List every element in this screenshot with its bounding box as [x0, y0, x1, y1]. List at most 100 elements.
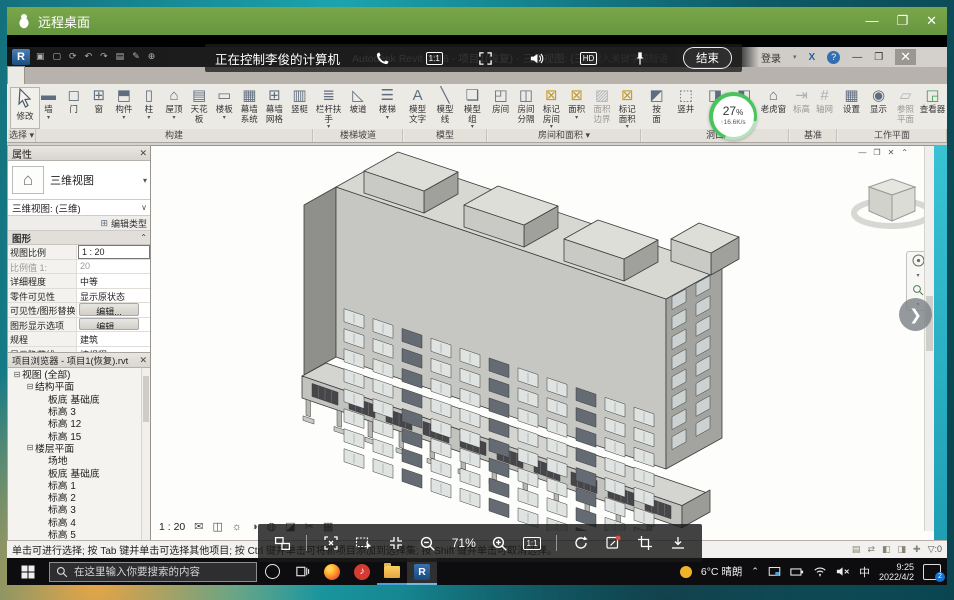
tree-item[interactable]: 标高 2 — [8, 491, 151, 503]
panel-model-label[interactable]: 模型 — [404, 129, 487, 142]
ribbon-tab[interactable] — [7, 66, 25, 84]
ribbon-tool[interactable]: ▦ 幕墙系统 — [237, 86, 262, 130]
speaker-icon[interactable] — [528, 50, 545, 67]
select-panel-label[interactable]: 选择 ▾ — [8, 129, 36, 142]
property-row[interactable]: 规程 建筑 — [8, 332, 151, 347]
view-close-icon[interactable]: ✕ — [888, 148, 895, 157]
firefox-button[interactable] — [317, 558, 347, 585]
ribbon-tab[interactable] — [153, 67, 169, 84]
filter-icon[interactable]: ▽:0 — [928, 544, 942, 555]
ribbon-tool[interactable]: ◩ 按面 — [642, 86, 671, 130]
ime-indicator[interactable]: 中 — [859, 564, 870, 580]
side-panel-toggle[interactable]: ❯ — [899, 298, 932, 331]
ribbon-tool[interactable]: ⊞ 幕墙网格 — [262, 86, 287, 130]
taskbar-clock[interactable]: 9:25 2022/4/2 — [879, 562, 914, 582]
remote-tray-icon[interactable] — [768, 566, 781, 578]
sync-icon[interactable]: ⟳ — [69, 51, 77, 62]
ribbon-tool[interactable]: ⊞ 窗 — [86, 86, 111, 121]
property-row[interactable]: 比例值 1: 20 — [8, 260, 151, 275]
panel-datum-label[interactable]: 基准 — [790, 129, 837, 142]
view-scale[interactable]: 1 : 20 — [159, 521, 185, 533]
refresh-icon[interactable] — [572, 535, 589, 552]
close-icon[interactable]: ✕ — [139, 355, 147, 366]
browser-scrollbar[interactable] — [141, 368, 150, 540]
ribbon-tab[interactable] — [137, 67, 153, 84]
ribbon-tool[interactable]: ▭ 楼板 ▾ — [212, 86, 237, 121]
minimize-icon[interactable]: — — [865, 13, 878, 29]
redo-icon[interactable]: ↷ — [100, 51, 108, 62]
weather-text[interactable]: 6°C 晴朗 — [701, 564, 743, 579]
zoom-tool-icon[interactable] — [912, 284, 924, 296]
tree-item[interactable]: ⊟ 楼层平面 — [8, 442, 151, 454]
tree-item[interactable]: 场地 — [8, 454, 151, 466]
property-row[interactable]: 详细程度 中等 — [8, 274, 151, 289]
chevron-up-icon[interactable]: ⌃ — [901, 148, 908, 157]
expand-icon[interactable]: ⊟ — [12, 370, 22, 379]
design-options-icon[interactable]: ⇄ — [867, 544, 875, 555]
close-icon[interactable]: ✕ — [926, 13, 937, 29]
edit-type-button[interactable]: 编辑类型 — [111, 217, 147, 230]
close-icon[interactable]: ✕ — [139, 148, 147, 159]
ribbon-tool[interactable]: ◰ 房间 — [488, 86, 513, 121]
taskbar-search[interactable]: 在这里输入你要搜索的内容 — [49, 562, 257, 582]
ribbon-tool[interactable]: ⇥ 标高 — [790, 86, 813, 121]
ribbon-tab[interactable] — [169, 67, 185, 84]
editable-only-icon[interactable]: ✚ — [913, 544, 921, 555]
fullscreen-icon[interactable] — [477, 50, 494, 67]
property-row[interactable]: 视图比例 1 : 20 — [8, 245, 151, 260]
quick-access-toolbar[interactable]: ▣ ▢ ⟳ ↶ ↷ ▤ ✎ ⊕ — [36, 51, 155, 62]
panel-workplane-label[interactable]: 工作平面 — [838, 129, 947, 142]
chevron-down-icon[interactable]: ▾ — [793, 53, 797, 61]
ribbon-tool[interactable]: ▦ 设置 — [838, 86, 865, 121]
ribbon-tool[interactable]: ▱ 参照平面 — [892, 86, 919, 130]
ribbon-tool[interactable]: ╲ 模型线 — [431, 86, 458, 130]
fullscreen-exit-icon[interactable] — [322, 535, 339, 552]
ribbon-tool[interactable]: ▥ 竖梃 — [287, 86, 312, 121]
chevron-down-icon[interactable]: ∨ — [141, 203, 147, 212]
expand-icon[interactable]: ⊟ — [25, 382, 35, 391]
open-icon[interactable]: ▢ — [53, 51, 62, 62]
tree-item[interactable]: ⊟ 结构平面 — [8, 380, 151, 392]
netease-music-button[interactable]: ♪ — [347, 558, 377, 585]
ribbon-tool[interactable]: ◺ 坡道 — [343, 86, 372, 121]
ribbon-tab[interactable] — [57, 67, 73, 84]
visual-style-icon[interactable]: ◫ — [213, 520, 223, 533]
revit-close-icon[interactable]: ✕ — [895, 49, 916, 65]
tree-item[interactable]: 标高 12 — [8, 417, 151, 429]
ribbon-tab[interactable] — [89, 67, 105, 84]
worksets-icon[interactable]: ▤ — [852, 544, 861, 555]
ribbon-tab[interactable] — [41, 67, 57, 84]
tree-item[interactable]: 标高 3 — [8, 503, 151, 515]
ribbon-tool[interactable]: ❏ 模型组 ▾ — [459, 86, 486, 130]
screenshot-icon[interactable] — [355, 535, 372, 552]
zoom-out-icon[interactable] — [419, 535, 436, 552]
revit-taskbar-button[interactable]: R — [407, 558, 437, 585]
ribbon-tool[interactable]: ⊠ 标记面积 ▾ — [615, 86, 640, 130]
ribbon-tool[interactable]: ⊠ 面积 ▾ — [564, 86, 589, 121]
ribbon-tool[interactable]: ⌂ 老虎窗 — [759, 86, 788, 121]
tag-icon[interactable]: ⊕ — [148, 51, 156, 62]
viewcube[interactable] — [846, 159, 934, 247]
expand-icon[interactable]: ⊟ — [25, 443, 35, 452]
ribbon-tool[interactable]: ▨ 面积边界 — [589, 86, 614, 130]
maximize-icon[interactable]: ❐ — [896, 13, 908, 29]
collapse-icon[interactable]: ⌃ — [140, 233, 147, 242]
shadows-icon[interactable]: ◑ — [251, 521, 258, 533]
action-center-button[interactable]: 2 — [923, 564, 941, 580]
start-button[interactable] — [7, 558, 49, 585]
fit-window-icon[interactable] — [387, 535, 404, 552]
panel-stairs-label[interactable]: 楼梯坡道 — [314, 129, 403, 142]
ribbon-tool[interactable]: ◫ 房间分隔 — [513, 86, 538, 130]
print-icon[interactable]: ▤ — [116, 51, 125, 62]
pin-icon[interactable] — [632, 50, 649, 67]
view-restore-icon[interactable]: ❐ — [873, 148, 880, 157]
ribbon-tab[interactable] — [105, 67, 121, 84]
ribbon-tool[interactable]: ◉ 显示 — [865, 86, 892, 121]
clip-icon[interactable] — [637, 535, 654, 552]
ribbon-tool[interactable]: ⊠ 标记房间 ▾ — [539, 86, 564, 130]
tree-item[interactable]: 标高 5 — [8, 528, 151, 540]
revit-minimize-icon[interactable]: — — [852, 52, 862, 63]
revit-app-button[interactable]: R — [12, 49, 30, 65]
wifi-icon[interactable] — [813, 566, 827, 577]
instance-selector[interactable]: 三维视图: (三维) ∨ — [8, 200, 151, 216]
